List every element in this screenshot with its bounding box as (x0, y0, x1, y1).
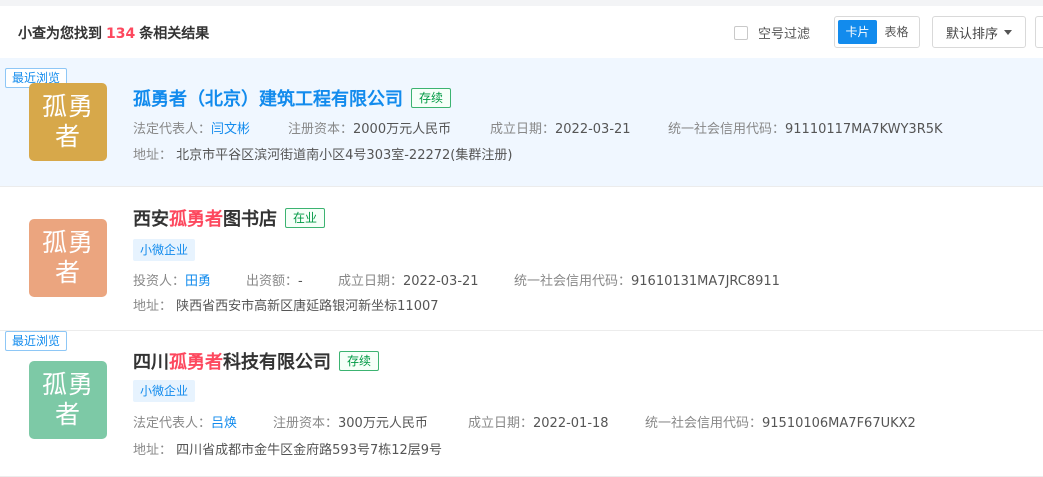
company-address-line: 地址： 四川省成都市金牛区金府路593号7栋12层9号 (133, 443, 443, 458)
company-address: 北京市平谷区滨河街道南小区4号303室-22272(集群注册) (176, 148, 513, 163)
view-card-button[interactable]: 卡片 (838, 20, 877, 44)
results-header: 小查为您找到 134 条相关结果 空号过滤 卡片 表格 默认排序 (0, 6, 1043, 59)
company-logo[interactable]: 孤勇 者 (29, 219, 107, 297)
company-name-line: 孤勇者（北京）建筑工程有限公司 存续 (133, 85, 452, 111)
sort-dropdown[interactable]: 默认排序 (932, 16, 1026, 48)
company-logo[interactable]: 孤勇 者 (29, 361, 107, 439)
company-name-link[interactable]: 四川孤勇者科技有限公司 (133, 348, 331, 374)
result-row[interactable]: 孤勇 者 西安孤勇者图书店 在业 小微企业 投资人：田勇 出资额：- 成立日期：20… (0, 187, 1043, 331)
company-tag: 小微企业 (133, 380, 196, 402)
company-address: 陕西省西安市高新区唐延路银河新坐标11007 (176, 299, 439, 314)
company-name-line: 西安孤勇者图书店 在业 (133, 205, 326, 231)
status-badge: 存续 (411, 88, 452, 108)
view-table-button[interactable]: 表格 (877, 20, 916, 44)
status-badge: 在业 (285, 208, 326, 228)
more-options-button[interactable] (1035, 16, 1043, 48)
company-info-line: 投资人：田勇 出资额：- 成立日期：2022-03-21 统一社会信用代码：91610… (133, 274, 780, 289)
empty-number-checkbox[interactable] (734, 25, 748, 40)
company-logo[interactable]: 孤勇 者 (29, 83, 107, 161)
status-badge: 存续 (339, 351, 380, 371)
view-toggle: 卡片 表格 (834, 16, 920, 48)
company-address-line: 地址： 陕西省西安市高新区唐延路银河新坐标11007 (133, 299, 439, 314)
company-info-line: 法定代表人：吕焕 注册资本：300万元人民币 成立日期：2022-01-18 统一社会… (133, 416, 916, 431)
search-results-panel: 小查为您找到 134 条相关结果 空号过滤 卡片 表格 默认排序 最近浏览 孤勇 者… (0, 6, 1043, 477)
company-name-link[interactable]: 孤勇者（北京）建筑工程有限公司 (133, 85, 403, 111)
company-tag: 小微企业 (133, 239, 196, 261)
result-row[interactable]: 最近浏览 孤勇 者 四川孤勇者科技有限公司 存续 小微企业 法定代表人：吕焕 注册… (0, 331, 1043, 477)
result-row[interactable]: 最近浏览 孤勇 者 孤勇者（北京）建筑工程有限公司 存续 法定代表人：闫文彬 注册… (0, 58, 1043, 187)
legal-rep-link[interactable]: 闫文彬 (211, 122, 250, 137)
recent-viewed-badge: 最近浏览 (5, 331, 68, 351)
company-address-line: 地址： 北京市平谷区滨河街道南小区4号303室-22272(集群注册) (133, 148, 513, 163)
company-name-link[interactable]: 西安孤勇者图书店 (133, 205, 277, 231)
results-summary: 小查为您找到 134 条相关结果 (18, 26, 210, 42)
company-info-line: 法定代表人：闫文彬 注册资本：2000万元人民币 成立日期：2022-03-21 统一… (133, 122, 943, 137)
result-count: 134 (106, 26, 136, 42)
chevron-down-icon (1004, 29, 1012, 35)
company-name-line: 四川孤勇者科技有限公司 存续 (133, 348, 380, 374)
empty-number-filter[interactable]: 空号过滤 (734, 23, 810, 42)
investor-link[interactable]: 田勇 (185, 274, 211, 289)
legal-rep-link[interactable]: 吕焕 (211, 416, 237, 431)
company-address: 四川省成都市金牛区金府路593号7栋12层9号 (176, 443, 443, 458)
